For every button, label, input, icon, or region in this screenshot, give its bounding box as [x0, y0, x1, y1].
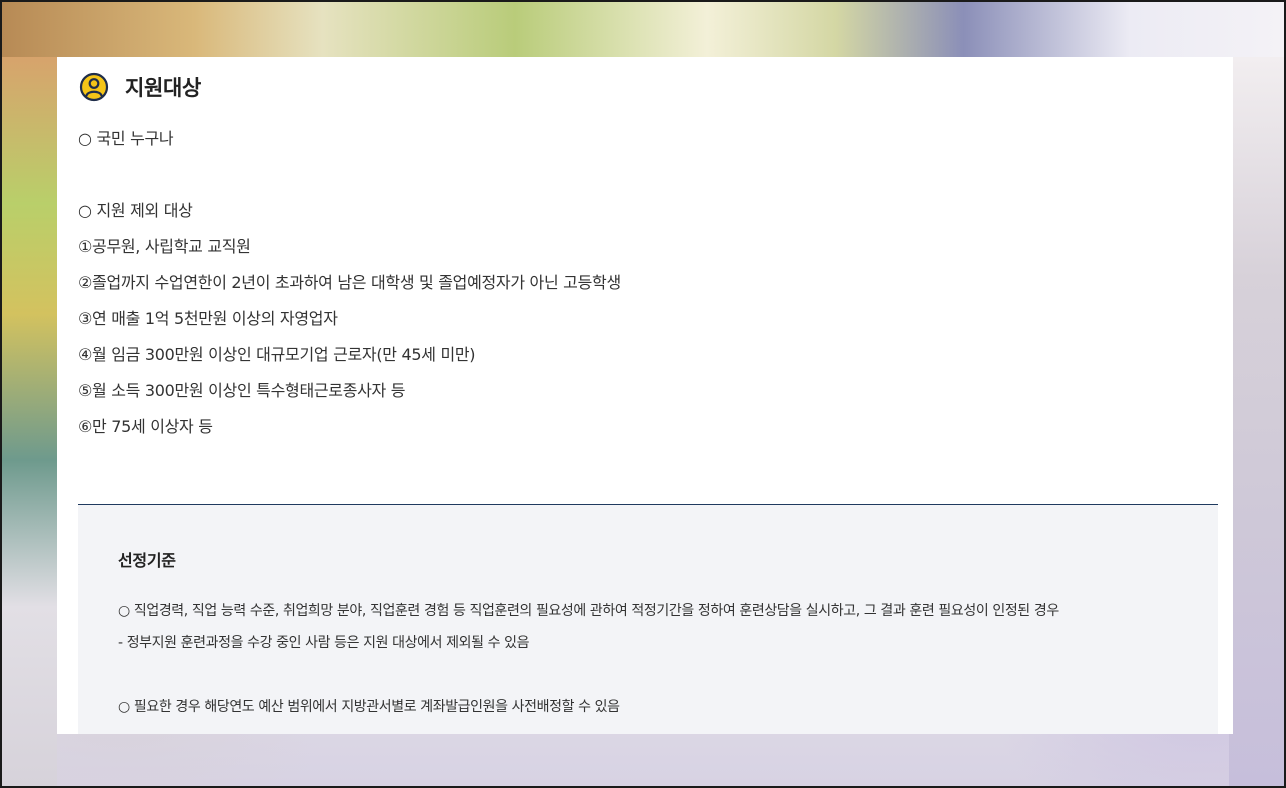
criteria-title: 선정기준 [118, 551, 176, 570]
list-item: ②졸업까지 수업연한이 2년이 초과하여 남은 대학생 및 졸업예정자가 아닌 … [78, 273, 621, 292]
selection-criteria-box: 선정기준 ○ 직업경력, 직업 능력 수준, 취업희망 분야, 직업훈련 경험 … [78, 504, 1218, 734]
list-item: ○ 지원 제외 대상 [78, 201, 193, 220]
list-item: ①공무원, 사립학교 교직원 [78, 237, 251, 256]
background-photo-left [2, 57, 57, 786]
criteria-line: - 정부지원 훈련과정을 수강 중인 사람 등은 지원 대상에서 제외될 수 있… [118, 635, 530, 651]
list-item: ⑤월 소득 300만원 이상인 특수형태근로종사자 등 [78, 381, 406, 400]
list-item: ③연 매출 1억 5천만원 이상의 자영업자 [78, 309, 338, 328]
support-target-list: ○ 국민 누구나 ○ 지원 제외 대상 ①공무원, 사립학교 교직원 ②졸업까지… [78, 121, 1198, 445]
background-photo: 지원대상 ○ 국민 누구나 ○ 지원 제외 대상 ①공무원, 사립학교 교직원 … [0, 0, 1286, 788]
section-header: 지원대상 [79, 71, 201, 103]
background-photo-right [1229, 57, 1284, 786]
user-circle-icon [79, 72, 109, 102]
criteria-line: ○ 필요한 경우 해당연도 예산 범위에서 지방관서별로 계좌발급인원을 사전배… [118, 699, 620, 715]
list-item: ④월 임금 300만원 이상인 대규모기업 근로자(만 45세 미만) [78, 345, 476, 364]
content-panel: 지원대상 ○ 국민 누구나 ○ 지원 제외 대상 ①공무원, 사립학교 교직원 … [57, 57, 1233, 734]
background-photo-top [2, 2, 1284, 57]
list-item: ⑥만 75세 이상자 등 [78, 417, 213, 436]
criteria-line: ○ 직업경력, 직업 능력 수준, 취업희망 분야, 직업훈련 경험 등 직업훈… [118, 603, 1059, 619]
section-title: 지원대상 [125, 76, 202, 100]
list-item: ○ 국민 누구나 [78, 129, 174, 148]
